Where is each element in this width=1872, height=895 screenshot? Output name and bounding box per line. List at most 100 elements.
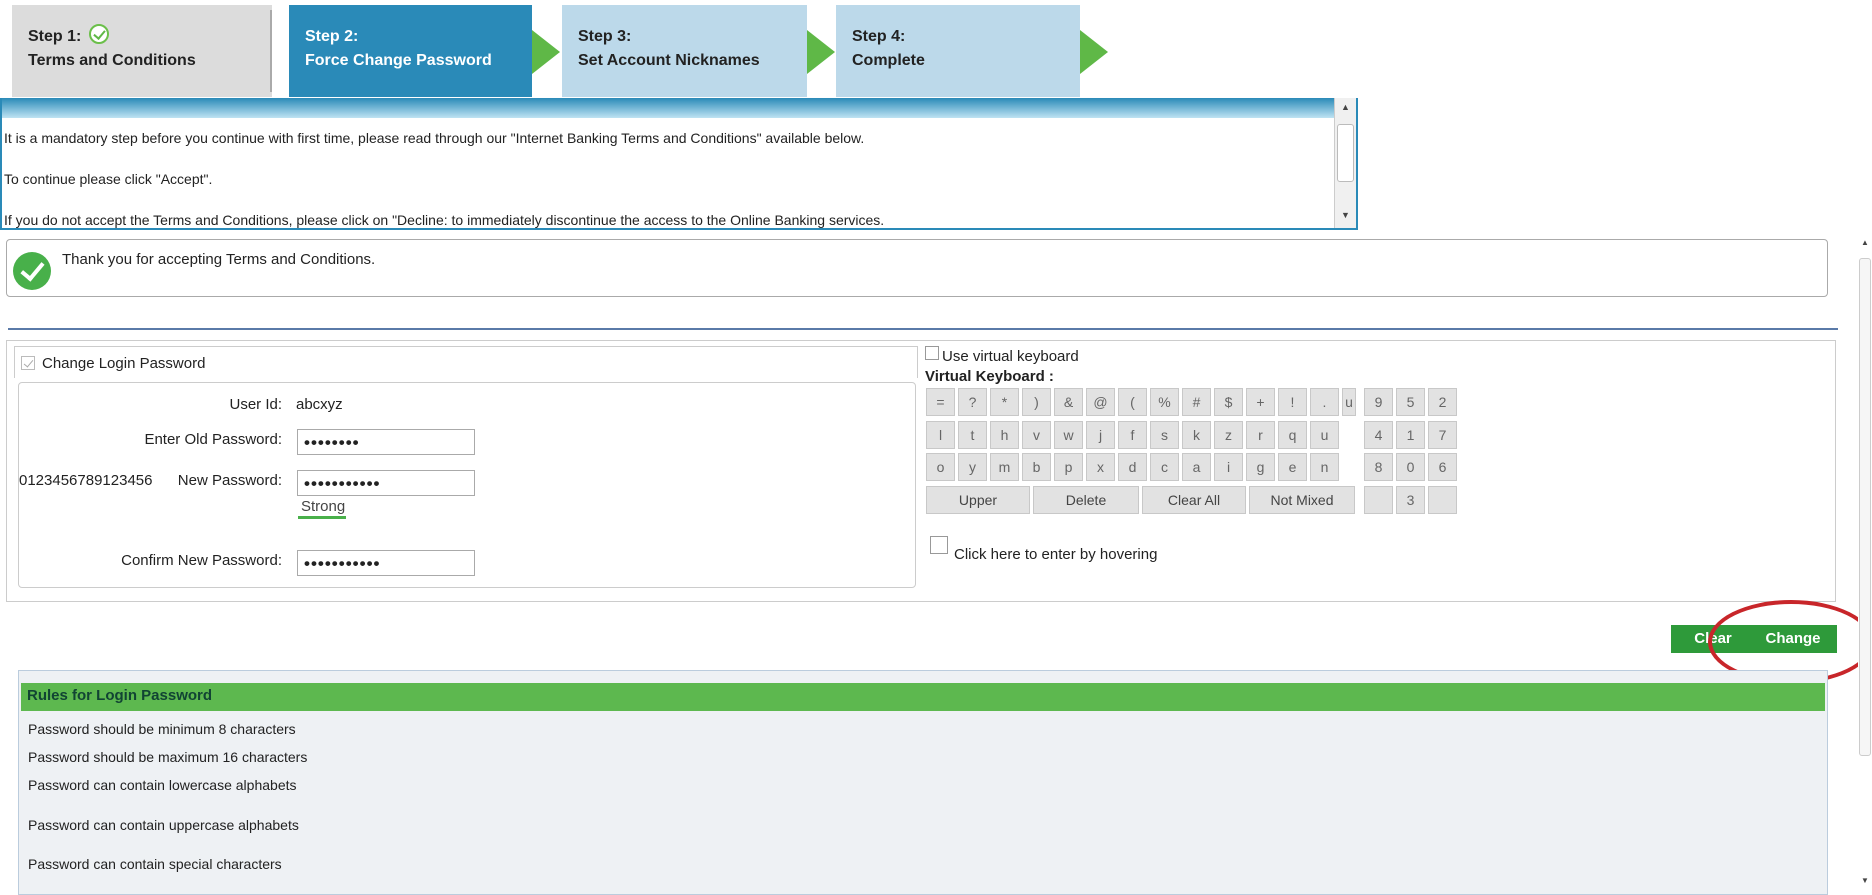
virtual-key[interactable]: a — [1182, 453, 1211, 481]
terms-line-3: If you do not accept the Terms and Condi… — [4, 212, 885, 228]
virtual-key[interactable]: . — [1310, 388, 1339, 416]
virtual-key[interactable]: 9 — [1364, 388, 1393, 416]
check-circle-icon — [89, 23, 110, 44]
virtual-key[interactable]: 0 — [1396, 453, 1425, 481]
scroll-down-icon[interactable]: ▼ — [1341, 210, 1350, 220]
password-overlay-text: 0123456789123456 — [19, 472, 153, 489]
scroll-down-icon[interactable]: ▼ — [1861, 876, 1869, 885]
virtual-key[interactable]: h — [990, 421, 1019, 449]
virtual-key[interactable]: t — [958, 421, 987, 449]
use-virtual-keyboard-label: Use virtual keyboard — [942, 348, 1079, 365]
confirm-password-field[interactable]: ••••••••••• — [297, 550, 475, 576]
virtual-key[interactable]: v — [1022, 421, 1051, 449]
hover-entry-checkbox[interactable] — [930, 536, 948, 554]
change-login-checkbox[interactable] — [21, 355, 35, 370]
success-check-icon — [13, 252, 51, 290]
rule-item: Password can contain lowercase alphabets — [28, 777, 297, 793]
virtual-key[interactable]: @ — [1086, 388, 1115, 416]
scroll-thumb[interactable] — [1337, 124, 1354, 182]
new-password-field[interactable]: ••••••••••• — [297, 470, 475, 496]
step-4-number: Step 4: — [852, 28, 906, 45]
virtual-key[interactable]: d — [1118, 453, 1147, 481]
page-scroll-thumb[interactable] — [1859, 258, 1871, 756]
virtual-key[interactable]: b — [1022, 453, 1051, 481]
step-3-tab[interactable]: Step 3: Set Account Nicknames — [562, 5, 807, 97]
old-password-label: Enter Old Password: — [144, 431, 282, 448]
virtual-key[interactable]: u — [1342, 388, 1356, 416]
virtual-key[interactable]: x — [1086, 453, 1115, 481]
virtual-key[interactable]: o — [926, 453, 955, 481]
page-scrollbar[interactable]: ▲ ▼ — [1858, 230, 1872, 895]
virtual-key[interactable]: c — [1150, 453, 1179, 481]
change-login-header: Change Login Password — [14, 346, 918, 378]
virtual-key[interactable]: r — [1246, 421, 1275, 449]
virtual-key[interactable]: + — [1246, 388, 1275, 416]
terms-header-bar — [2, 98, 1336, 118]
terms-scrollbar[interactable]: ▲ ▼ — [1334, 98, 1356, 228]
step-1-tab[interactable]: Step 1: Terms and Conditions — [12, 5, 272, 97]
virtual-key[interactable]: 4 — [1364, 421, 1393, 449]
virtual-key[interactable]: j — [1086, 421, 1115, 449]
clear-all-key[interactable]: Clear All — [1142, 486, 1246, 514]
virtual-key[interactable]: e — [1278, 453, 1307, 481]
step-1-title: Terms and Conditions — [28, 52, 196, 69]
virtual-key[interactable]: i — [1214, 453, 1243, 481]
virtual-key[interactable]: ? — [958, 388, 987, 416]
virtual-key[interactable] — [1364, 486, 1393, 514]
virtual-key[interactable]: 8 — [1364, 453, 1393, 481]
step-arrow-icon — [1080, 30, 1108, 74]
user-id-value: abcxyz — [296, 396, 343, 413]
virtual-key[interactable]: 5 — [1396, 388, 1425, 416]
virtual-key[interactable]: 2 — [1428, 388, 1457, 416]
virtual-key[interactable]: ! — [1278, 388, 1307, 416]
virtual-key[interactable]: 1 — [1396, 421, 1425, 449]
password-rules-panel: Rules for Login Password Password should… — [18, 670, 1828, 895]
step-4-title: Complete — [852, 52, 925, 69]
step-4-tab[interactable]: Step 4: Complete — [836, 5, 1080, 97]
scroll-up-icon[interactable]: ▲ — [1861, 238, 1869, 247]
virtual-key[interactable]: s — [1150, 421, 1179, 449]
scroll-up-icon[interactable]: ▲ — [1341, 102, 1350, 112]
virtual-key[interactable]: m — [990, 453, 1019, 481]
virtual-key[interactable]: y — [958, 453, 987, 481]
password-strength-label: Strong — [301, 498, 346, 515]
virtual-key[interactable]: q — [1278, 421, 1307, 449]
virtual-key[interactable]: l — [926, 421, 955, 449]
terms-panel: It is a mandatory step before you contin… — [0, 98, 1358, 230]
virtual-key[interactable]: w — [1054, 421, 1083, 449]
step-arrow-icon — [532, 30, 560, 74]
rule-item: Password can contain special characters — [28, 856, 282, 872]
virtual-key[interactable]: p — [1054, 453, 1083, 481]
virtual-key[interactable]: % — [1150, 388, 1179, 416]
virtual-key[interactable]: u — [1310, 421, 1339, 449]
user-id-label: User Id: — [229, 396, 282, 413]
hover-entry-label: Click here to enter by hovering — [954, 546, 1158, 563]
step-3-number: Step 3: — [578, 28, 632, 45]
divider — [8, 328, 1838, 330]
virtual-key[interactable] — [1428, 486, 1457, 514]
virtual-key[interactable]: $ — [1214, 388, 1243, 416]
upper-key[interactable]: Upper — [926, 486, 1030, 514]
virtual-key[interactable]: ) — [1022, 388, 1051, 416]
virtual-key[interactable]: 6 — [1428, 453, 1457, 481]
virtual-key[interactable]: & — [1054, 388, 1083, 416]
virtual-key[interactable]: ( — [1118, 388, 1147, 416]
not-mixed-key[interactable]: Not Mixed — [1249, 486, 1355, 514]
virtual-key[interactable]: 3 — [1396, 486, 1425, 514]
virtual-key[interactable]: n — [1310, 453, 1339, 481]
virtual-key[interactable]: g — [1246, 453, 1275, 481]
step-arrow-icon — [807, 30, 835, 74]
use-virtual-keyboard-checkbox[interactable] — [925, 346, 939, 360]
delete-key[interactable]: Delete — [1033, 486, 1139, 514]
virtual-key[interactable]: 7 — [1428, 421, 1457, 449]
virtual-key[interactable]: f — [1118, 421, 1147, 449]
virtual-key[interactable]: * — [990, 388, 1019, 416]
password-strength-bar — [298, 516, 346, 519]
old-password-field[interactable]: •••••••• — [297, 429, 475, 455]
virtual-key[interactable]: # — [1182, 388, 1211, 416]
virtual-key[interactable]: = — [926, 388, 955, 416]
virtual-key[interactable]: k — [1182, 421, 1211, 449]
virtual-key[interactable]: z — [1214, 421, 1243, 449]
terms-line-1: It is a mandatory step before you contin… — [4, 130, 865, 146]
step-2-tab[interactable]: Step 2: Force Change Password — [289, 5, 532, 97]
